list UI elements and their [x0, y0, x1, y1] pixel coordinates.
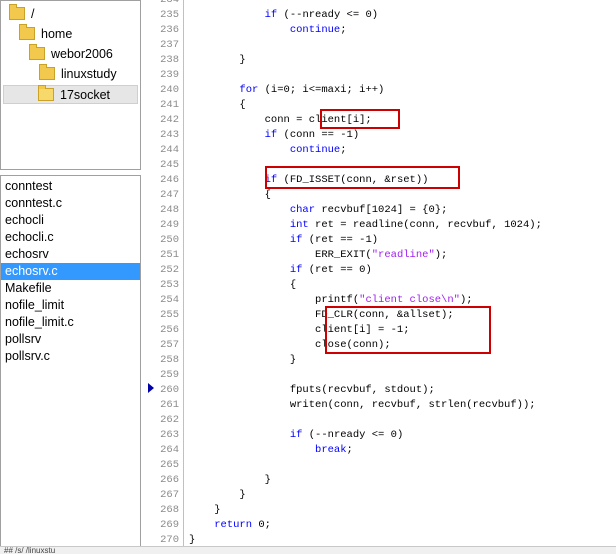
tree-item-linuxstudy[interactable]: linuxstudy [39, 64, 117, 84]
line-number: 250 [160, 234, 179, 246]
code-line: { [189, 279, 297, 291]
file-item[interactable]: nofile_limit.c [1, 314, 140, 331]
code-line: FD_CLR(conn, &allset); [189, 309, 454, 321]
folder-icon [19, 24, 35, 41]
code-line: if (--nready <= 0) [264, 9, 379, 21]
code-line: } [189, 354, 297, 366]
line-number: 266 [160, 474, 179, 486]
line-number: 252 [160, 264, 179, 276]
tree-item-label: 17socket [60, 88, 111, 102]
line-number: 267 [160, 489, 179, 501]
code-line: printf("client close\n"); [189, 294, 473, 306]
line-number: 259 [160, 369, 179, 381]
line-number: 257 [160, 339, 179, 351]
file-item[interactable]: nofile_limit [1, 297, 140, 314]
line-number: 239 [160, 69, 179, 81]
line-number: 261 [160, 399, 179, 411]
line-number-gutter: 234 235 236 237 238 239 240 241 242 243 244 245 246 2… [141, 0, 181, 546]
line-number: 247 [160, 189, 179, 201]
code-line: close(conn); [189, 339, 391, 351]
tree-item-label: linuxstudy [61, 67, 117, 81]
code-line: if (--nready <= 0) [289, 429, 404, 441]
line-number: 236 [160, 24, 179, 36]
file-item[interactable]: echocli.c [1, 229, 140, 246]
line-number: 246 [160, 174, 179, 186]
line-number: 265 [160, 459, 179, 471]
code-line: continue; [289, 144, 347, 156]
folder-icon [39, 64, 55, 81]
line-number: 269 [160, 519, 179, 531]
file-item[interactable]: Makefile [1, 280, 140, 297]
line-number: 241 [160, 99, 179, 111]
file-item[interactable]: echosrv [1, 246, 140, 263]
code-line: } [189, 489, 246, 501]
line-number: 255 [160, 309, 179, 321]
file-item[interactable]: conntest [1, 178, 140, 195]
folder-icon [29, 44, 45, 61]
line-number: 262 [160, 414, 179, 426]
file-list[interactable]: conntest conntest.c echocli echocli.c echosr… [0, 175, 141, 547]
line-number: 258 [160, 354, 179, 366]
line-number: 243 [160, 129, 179, 141]
line-number: 244 [160, 144, 179, 156]
line-number: 248 [160, 204, 179, 216]
line-number: 249 [160, 219, 179, 231]
file-item[interactable]: pollsrv.c [1, 348, 140, 365]
line-number: 234 [160, 0, 179, 6]
line-number: 251 [160, 249, 179, 261]
tree-item-17socket[interactable]: 17socket [3, 85, 138, 104]
tree-item-webor2006[interactable]: webor2006 [29, 44, 113, 64]
code-line: char recvbuf[1024] = {0}; [289, 204, 448, 216]
code-line: { [189, 189, 271, 201]
tree-item-label: webor2006 [51, 47, 113, 61]
line-number: 253 [160, 279, 179, 291]
code-line: } [189, 504, 221, 516]
code-line: ERR_EXIT("readline"); [189, 249, 448, 261]
line-number: 235 [160, 9, 179, 21]
file-browser-pane: / home webor2006 linuxstudy 17socket conntes… [0, 0, 141, 553]
code-line: break; [315, 444, 353, 456]
code-line: { [189, 99, 246, 111]
code-line: } [189, 474, 271, 486]
folder-tree[interactable]: / home webor2006 linuxstudy 17socket [0, 0, 141, 170]
file-item[interactable]: conntest.c [1, 195, 140, 212]
line-number: 242 [160, 114, 179, 126]
file-item[interactable]: pollsrv [1, 331, 140, 348]
code-line: int ret = readline(conn, recvbuf, 1024); [289, 219, 542, 231]
folder-icon [9, 4, 25, 21]
line-number: 268 [160, 504, 179, 516]
code-line: if (FD_ISSET(conn, &rset)) [264, 174, 429, 186]
line-number: 254 [160, 294, 179, 306]
tree-item-label: home [41, 27, 73, 41]
code-editor[interactable]: 234 235 236 237 238 239 240 241 242 243 244 245 246 2… [141, 0, 616, 546]
code-line: for (i=0; i<=maxi; i++) [239, 84, 385, 96]
code-line: writen(conn, recvbuf, strlen(recvbuf)); [189, 399, 536, 411]
code-line: if (ret == -1) [289, 234, 379, 246]
code-line: return 0; [214, 519, 271, 531]
line-number: 260 [160, 384, 179, 396]
code-line: client[i] = -1; [189, 324, 410, 336]
folder-icon [38, 85, 54, 102]
code-line: if (conn == -1) [264, 129, 360, 141]
line-number: 245 [160, 159, 179, 171]
code-line: continue; [289, 24, 347, 36]
file-item[interactable]: echocli [1, 212, 140, 229]
tree-item-home[interactable]: home [19, 24, 73, 44]
tree-item-label: / [31, 7, 35, 21]
line-number: 240 [160, 84, 179, 96]
file-item[interactable]: echosrv.c [1, 263, 140, 280]
line-number: 237 [160, 39, 179, 51]
gutter-divider [183, 0, 184, 546]
line-number: 256 [160, 324, 179, 336]
line-number: 263 [160, 429, 179, 441]
line-number: 264 [160, 444, 179, 456]
code-line: if (ret == 0) [289, 264, 372, 276]
tree-item-[interactable]: / [9, 4, 35, 24]
code-line: fputs(recvbuf, stdout); [189, 384, 435, 396]
code-line: } [189, 54, 246, 66]
code-line: conn = client[i]; [189, 114, 372, 126]
line-number: 238 [160, 54, 179, 66]
